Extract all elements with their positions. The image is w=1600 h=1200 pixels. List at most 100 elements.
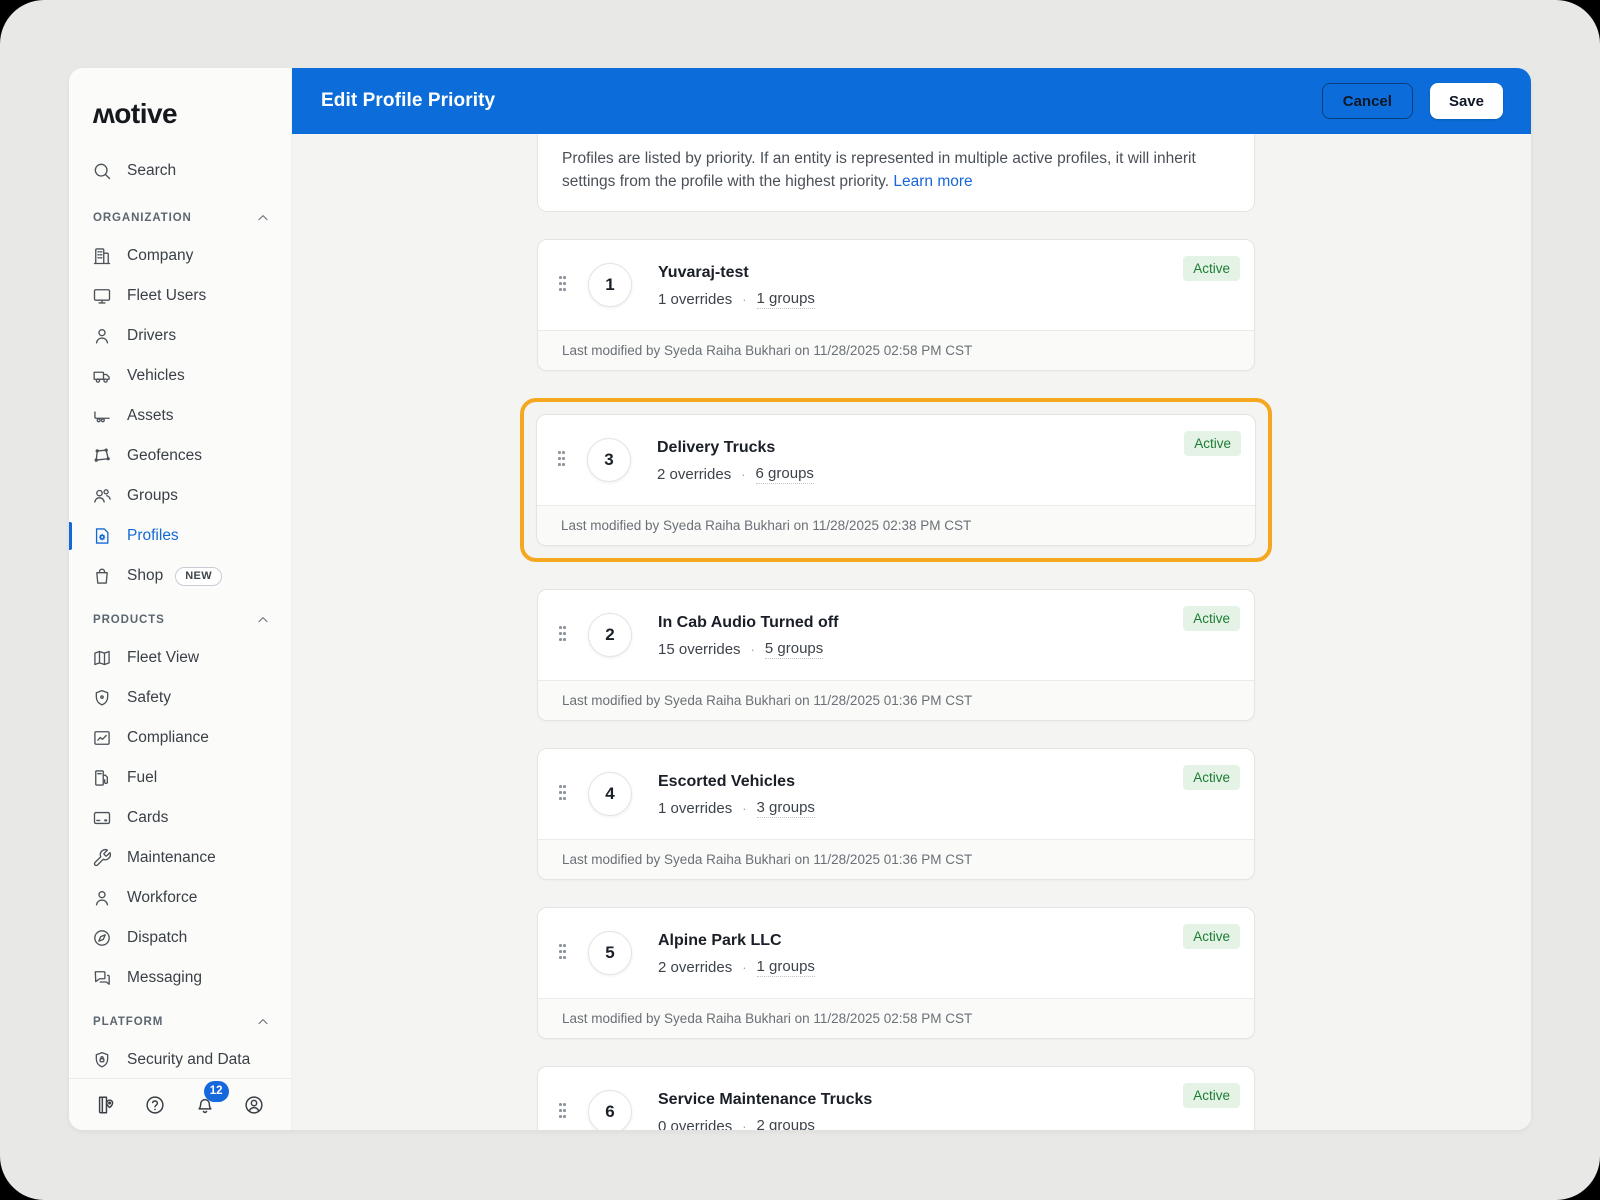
sidebar-item-label: Company (127, 247, 193, 265)
cards-icon (92, 808, 112, 828)
drag-handle-icon[interactable] (558, 451, 566, 469)
drag-handle-icon[interactable] (559, 626, 567, 644)
sidebar: ʍotive Search ORGANIZATION Company Fleet Us… (69, 68, 292, 1130)
sidebar-item-label: Security and Data (127, 1051, 250, 1069)
sidebar-item-label: Maintenance (127, 849, 216, 867)
main-panel: Edit Profile Priority Cancel Save Profil… (292, 68, 1531, 1130)
notifications-icon[interactable]: 12 (192, 1092, 218, 1118)
profile-card-info: Alpine Park LLC 2 overrides · 1 groups (658, 930, 1238, 977)
profile-card[interactable]: 1 Yuvaraj-test 1 overrides · 1 groups Ac… (537, 239, 1255, 371)
overrides-count: 15 overrides (658, 641, 741, 658)
app-window: ʍotive Search ORGANIZATION Company Fleet Us… (69, 68, 1531, 1130)
sidebar-item-compliance[interactable]: Compliance (69, 718, 291, 758)
sidebar-item-fleet-view[interactable]: Fleet View (69, 638, 291, 678)
sidebar-bottom-bar: 12 (69, 1078, 291, 1130)
groups-count[interactable]: 1 groups (757, 290, 815, 309)
sidebar-item-dispatch[interactable]: Dispatch (69, 918, 291, 958)
section-label: PLATFORM (93, 1016, 163, 1028)
profile-card[interactable]: 6 Service Maintenance Trucks 0 overrides… (537, 1066, 1255, 1130)
motive-logo: ʍotive (69, 68, 291, 140)
sidebar-item-fuel[interactable]: Fuel (69, 758, 291, 798)
sidebar-item-security-and-data[interactable]: Security and Data (69, 1040, 291, 1078)
meta-separator: · (742, 801, 746, 816)
sidebar-item-cards[interactable]: Cards (69, 798, 291, 838)
sidebar-item-geofences[interactable]: Geofences (69, 436, 291, 476)
help-icon[interactable] (142, 1092, 168, 1118)
profile-card[interactable]: 4 Escorted Vehicles 1 overrides · 3 grou… (537, 748, 1255, 880)
overrides-count: 2 overrides (657, 466, 731, 483)
groups-count[interactable]: 6 groups (756, 465, 814, 484)
page-title: Edit Profile Priority (321, 90, 495, 112)
groups-count[interactable]: 5 groups (765, 640, 823, 659)
sidebar-item-profiles[interactable]: Profiles (69, 516, 291, 556)
account-icon[interactable] (241, 1092, 267, 1118)
sidebar-item-label: Dispatch (127, 929, 187, 947)
content-area[interactable]: Profiles are listed by priority. If an e… (292, 134, 1531, 1130)
sidebar-item-shop[interactable]: ShopNEW (69, 556, 291, 596)
last-modified-text: Last modified by Syeda Raiha Bukhari on … (538, 839, 1254, 879)
search-icon (92, 161, 112, 181)
groups-count[interactable]: 1 groups (757, 958, 815, 977)
drag-handle-icon[interactable] (559, 785, 567, 803)
section-header-platform[interactable]: PLATFORM (69, 1004, 291, 1040)
profile-card[interactable]: 2 In Cab Audio Turned off 15 overrides ·… (537, 589, 1255, 721)
sidebar-search[interactable]: Search (69, 148, 291, 194)
profile-name: Escorted Vehicles (658, 773, 1238, 791)
drag-handle-icon[interactable] (559, 1103, 567, 1121)
meta-separator: · (751, 642, 755, 657)
sidebar-item-label: Geofences (127, 447, 202, 465)
fleet-view-icon (92, 648, 112, 668)
section-header-products[interactable]: PRODUCTS (69, 602, 291, 638)
section-label: PRODUCTS (93, 614, 165, 626)
sidebar-item-maintenance[interactable]: Maintenance (69, 838, 291, 878)
overrides-count: 1 overrides (658, 291, 732, 308)
drag-handle-icon[interactable] (559, 276, 567, 294)
profile-card[interactable]: 3 Delivery Trucks 2 overrides · 6 groups… (536, 414, 1256, 546)
learn-more-link[interactable]: Learn more (893, 173, 972, 190)
profile-card[interactable]: 5 Alpine Park LLC 2 overrides · 1 groups… (537, 907, 1255, 1039)
drivers-icon (92, 326, 112, 346)
section-label: ORGANIZATION (93, 212, 192, 224)
chevron-up-icon (255, 612, 271, 628)
profile-name: In Cab Audio Turned off (658, 614, 1238, 632)
profile-card-main: 2 In Cab Audio Turned off 15 overrides ·… (538, 590, 1254, 680)
sidebar-item-assets[interactable]: Assets (69, 396, 291, 436)
sidebar-item-label: Vehicles (127, 367, 185, 385)
sidebar-item-messaging[interactable]: Messaging (69, 958, 291, 998)
priority-number: 3 (587, 438, 631, 482)
groups-count[interactable]: 2 groups (757, 1117, 815, 1131)
drag-handle-icon[interactable] (559, 944, 567, 962)
last-modified-text: Last modified by Syeda Raiha Bukhari on … (537, 505, 1255, 545)
edit-priority-header: Edit Profile Priority Cancel Save (292, 68, 1531, 134)
sidebar-nav: Search ORGANIZATION Company Fleet Users Driv… (69, 140, 291, 1078)
sidebar-item-label: Drivers (127, 327, 176, 345)
cancel-button[interactable]: Cancel (1322, 83, 1413, 119)
sidebar-item-label: Safety (127, 689, 171, 707)
sidebar-item-fleet-users[interactable]: Fleet Users (69, 276, 291, 316)
sidebar-item-workforce[interactable]: Workforce (69, 878, 291, 918)
priority-number: 6 (588, 1090, 632, 1130)
profiles-icon (92, 526, 112, 546)
new-badge: NEW (175, 567, 222, 586)
section-header-organization[interactable]: ORGANIZATION (69, 200, 291, 236)
sidebar-item-drivers[interactable]: Drivers (69, 316, 291, 356)
sidebar-item-safety[interactable]: Safety (69, 678, 291, 718)
sidebar-item-groups[interactable]: Groups (69, 476, 291, 516)
sidebar-item-vehicles[interactable]: Vehicles (69, 356, 291, 396)
sidebar-item-label: Profiles (127, 527, 179, 545)
vehicles-icon (92, 366, 112, 386)
last-modified-text: Last modified by Syeda Raiha Bukhari on … (538, 998, 1254, 1038)
profile-meta: 1 overrides · 1 groups (658, 290, 1238, 309)
profile-card-info: Delivery Trucks 2 overrides · 6 groups (657, 437, 1239, 484)
overrides-count: 2 overrides (658, 959, 732, 976)
sidebar-item-label: Workforce (127, 889, 197, 907)
logbook-icon[interactable] (93, 1092, 119, 1118)
overrides-count: 1 overrides (658, 800, 732, 817)
profile-name: Delivery Trucks (657, 439, 1239, 457)
save-button[interactable]: Save (1430, 83, 1503, 119)
status-badge: Active (1183, 924, 1240, 949)
priority-info-banner: Profiles are listed by priority. If an e… (537, 134, 1255, 212)
groups-count[interactable]: 3 groups (757, 799, 815, 818)
sidebar-item-company[interactable]: Company (69, 236, 291, 276)
sidebar-item-label: Messaging (127, 969, 202, 987)
